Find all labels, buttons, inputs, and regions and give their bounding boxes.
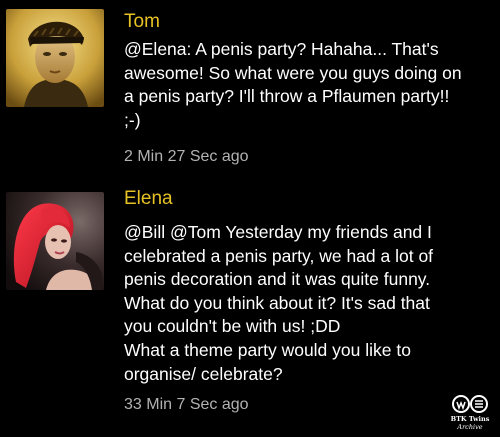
avatar-elena[interactable] xyxy=(6,192,104,290)
feed-post: Tom @Elena: A penis party? Hahaha... Tha… xyxy=(0,0,500,182)
post-timestamp: 2 Min 27 Sec ago xyxy=(124,148,249,165)
svg-text:BTK Twins: BTK Twins xyxy=(451,415,490,423)
post-message: @Bill @Tom Yesterday my friends and I ce… xyxy=(124,222,434,384)
post-timestamp: 33 Min 7 Sec ago xyxy=(124,396,249,413)
feed-post: Elena @Bill @Tom Yesterday my friends an… xyxy=(0,182,500,434)
post-author[interactable]: Tom xyxy=(124,11,160,33)
post-author[interactable]: Elena xyxy=(124,188,173,210)
avatar-tom[interactable] xyxy=(6,9,104,107)
watermark-logo: BTK Twins Archive xyxy=(444,392,496,432)
svg-text:Archive: Archive xyxy=(456,423,482,431)
post-message: @Elena: A penis party? Hahaha... That's … xyxy=(124,39,462,130)
